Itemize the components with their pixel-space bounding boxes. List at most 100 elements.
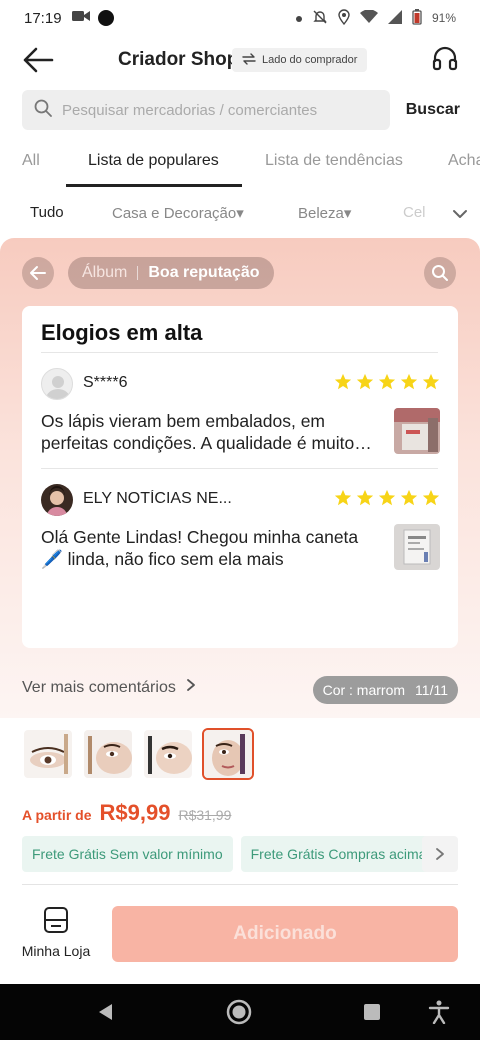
search-box[interactable] (22, 90, 390, 130)
shipping-more-button[interactable] (422, 836, 458, 872)
review-text: Olá Gente Lindas! Chegou minha caneta 🖊️… (41, 527, 359, 569)
album-label[interactable]: Álbum (82, 264, 127, 282)
location-icon (338, 8, 350, 28)
star-icon (378, 373, 396, 390)
my-shop-button[interactable]: Minha Loja (20, 906, 92, 962)
current-price: R$9,99 (99, 800, 171, 825)
nav-recents-icon[interactable] (364, 1004, 380, 1020)
status-bar: 17:19 91% (0, 0, 480, 36)
variant-thumbnail-selected[interactable] (202, 728, 254, 780)
original-price: R$31,99 (178, 807, 232, 823)
star-icon (334, 373, 352, 390)
review-album-panel: Álbum Boa reputação Elogios em alta S***… (0, 238, 480, 718)
card-title: Elogios em alta (41, 320, 203, 345)
search-input[interactable] (62, 101, 362, 119)
accessibility-icon[interactable] (428, 1000, 450, 1025)
system-navigation-bar (0, 984, 480, 1040)
small-dot-icon (295, 11, 302, 25)
nav-back-icon[interactable] (96, 1002, 116, 1022)
tab-all[interactable]: All (22, 152, 40, 170)
divider (22, 884, 458, 885)
review-photo[interactable] (394, 408, 440, 454)
tab-popular-list[interactable]: Lista de populares (88, 152, 219, 170)
pill-divider (137, 266, 139, 280)
tab-finds[interactable]: Acha (448, 152, 480, 170)
review-text: Os lápis vieram bem embalados, em perfei… (41, 411, 355, 453)
signal-icon (387, 9, 402, 27)
category-filter: Tudo Casa e Decoração▾ Beleza▾ Cel (0, 196, 480, 232)
star-icon (422, 373, 440, 390)
free-shipping-tag[interactable]: Frete Grátis Sem valor mínimo (22, 836, 233, 872)
active-tab-indicator (66, 184, 242, 187)
default-user-icon (46, 376, 70, 399)
buyer-mode-label: Lado do comprador (262, 54, 358, 66)
panel-search-button[interactable] (424, 257, 456, 289)
added-button[interactable]: Adicionado (112, 906, 458, 962)
divider (41, 352, 438, 353)
review-item[interactable]: ELY NOTÍCIAS NE... Olá Gente Lindas! Che… (41, 484, 440, 596)
good-reputation-label[interactable]: Boa reputação (148, 264, 259, 282)
variant-thumbnails (22, 728, 254, 782)
variant-thumbnail[interactable] (82, 728, 134, 780)
star-icon (334, 489, 352, 506)
star-icon (400, 373, 418, 390)
divider (41, 468, 438, 469)
user-photo-icon (41, 484, 73, 516)
price-row: A partir de R$9,99 R$31,99 (22, 800, 231, 826)
header: Criador Shop Lado do comprador (0, 40, 480, 80)
category-all[interactable]: Tudo (30, 204, 64, 221)
battery-icon (412, 8, 422, 28)
avatar (41, 368, 73, 400)
chevron-right-icon (436, 848, 444, 860)
variant-counter: 11/11 (415, 682, 448, 698)
search-button[interactable]: Buscar (406, 101, 460, 119)
color-variant-badge: Cor : marrom 11/11 (312, 676, 458, 704)
star-icon (356, 373, 374, 390)
battery-level: 91% (431, 11, 456, 25)
video-camera-icon (71, 9, 90, 27)
status-time: 17:19 (24, 9, 62, 27)
arrow-left-icon (30, 266, 46, 280)
free-shipping-tag[interactable]: Frete Grátis Compras acima (240, 836, 437, 872)
album-reputation-switch[interactable]: Álbum Boa reputação (68, 257, 274, 289)
search-icon (34, 99, 52, 122)
search-icon (432, 265, 448, 281)
buyer-mode-toggle[interactable]: Lado do comprador (232, 48, 368, 72)
tab-trending-list[interactable]: Lista de tendências (265, 152, 403, 170)
customer-service-headset-icon[interactable] (432, 46, 458, 74)
top-reviews-card: Elogios em alta S****6 Os lápis vieram b… (22, 306, 458, 648)
review-item[interactable]: S****6 Os lápis vieram bem embalados, em… (41, 368, 440, 480)
swap-icon (242, 52, 256, 68)
price-prefix: A partir de (22, 807, 92, 823)
panel-back-button[interactable] (22, 257, 54, 289)
mute-icon (312, 9, 328, 28)
avatar (41, 484, 73, 516)
see-more-reviews-link[interactable]: Ver mais comentários (22, 678, 196, 697)
my-shop-label: Minha Loja (21, 943, 91, 959)
back-arrow-icon[interactable] (22, 46, 54, 74)
ranking-tabs: All Lista de populares Lista de tendênci… (0, 140, 480, 188)
reviewer-name: ELY NOTÍCIAS NE... (83, 490, 232, 507)
reviewer-name: S****6 (83, 374, 128, 391)
variant-thumbnail[interactable] (142, 728, 194, 780)
rating-stars (334, 489, 440, 507)
nav-home-icon[interactable] (226, 999, 252, 1025)
variant-thumbnail[interactable] (22, 728, 74, 780)
category-beauty[interactable]: Beleza▾ (298, 204, 351, 222)
chevron-down-icon[interactable] (450, 204, 470, 224)
shipping-tags: Frete Grátis Sem valor mínimo Frete Grát… (22, 836, 458, 872)
category-cellphones[interactable]: Cel (403, 204, 426, 221)
star-icon (400, 489, 418, 506)
color-variant-label: Cor : marrom (322, 682, 406, 698)
wifi-icon (359, 8, 378, 27)
page-title: Criador Shop (118, 49, 239, 70)
see-more-label: Ver mais comentários (22, 678, 176, 696)
search-row: Buscar (22, 90, 460, 130)
rating-stars (334, 373, 440, 391)
review-photo[interactable] (394, 524, 440, 570)
star-icon (378, 489, 396, 506)
star-icon (422, 489, 440, 506)
chevron-right-icon (186, 678, 196, 697)
star-icon (356, 489, 374, 506)
category-home-decor[interactable]: Casa e Decoração▾ (112, 204, 244, 222)
